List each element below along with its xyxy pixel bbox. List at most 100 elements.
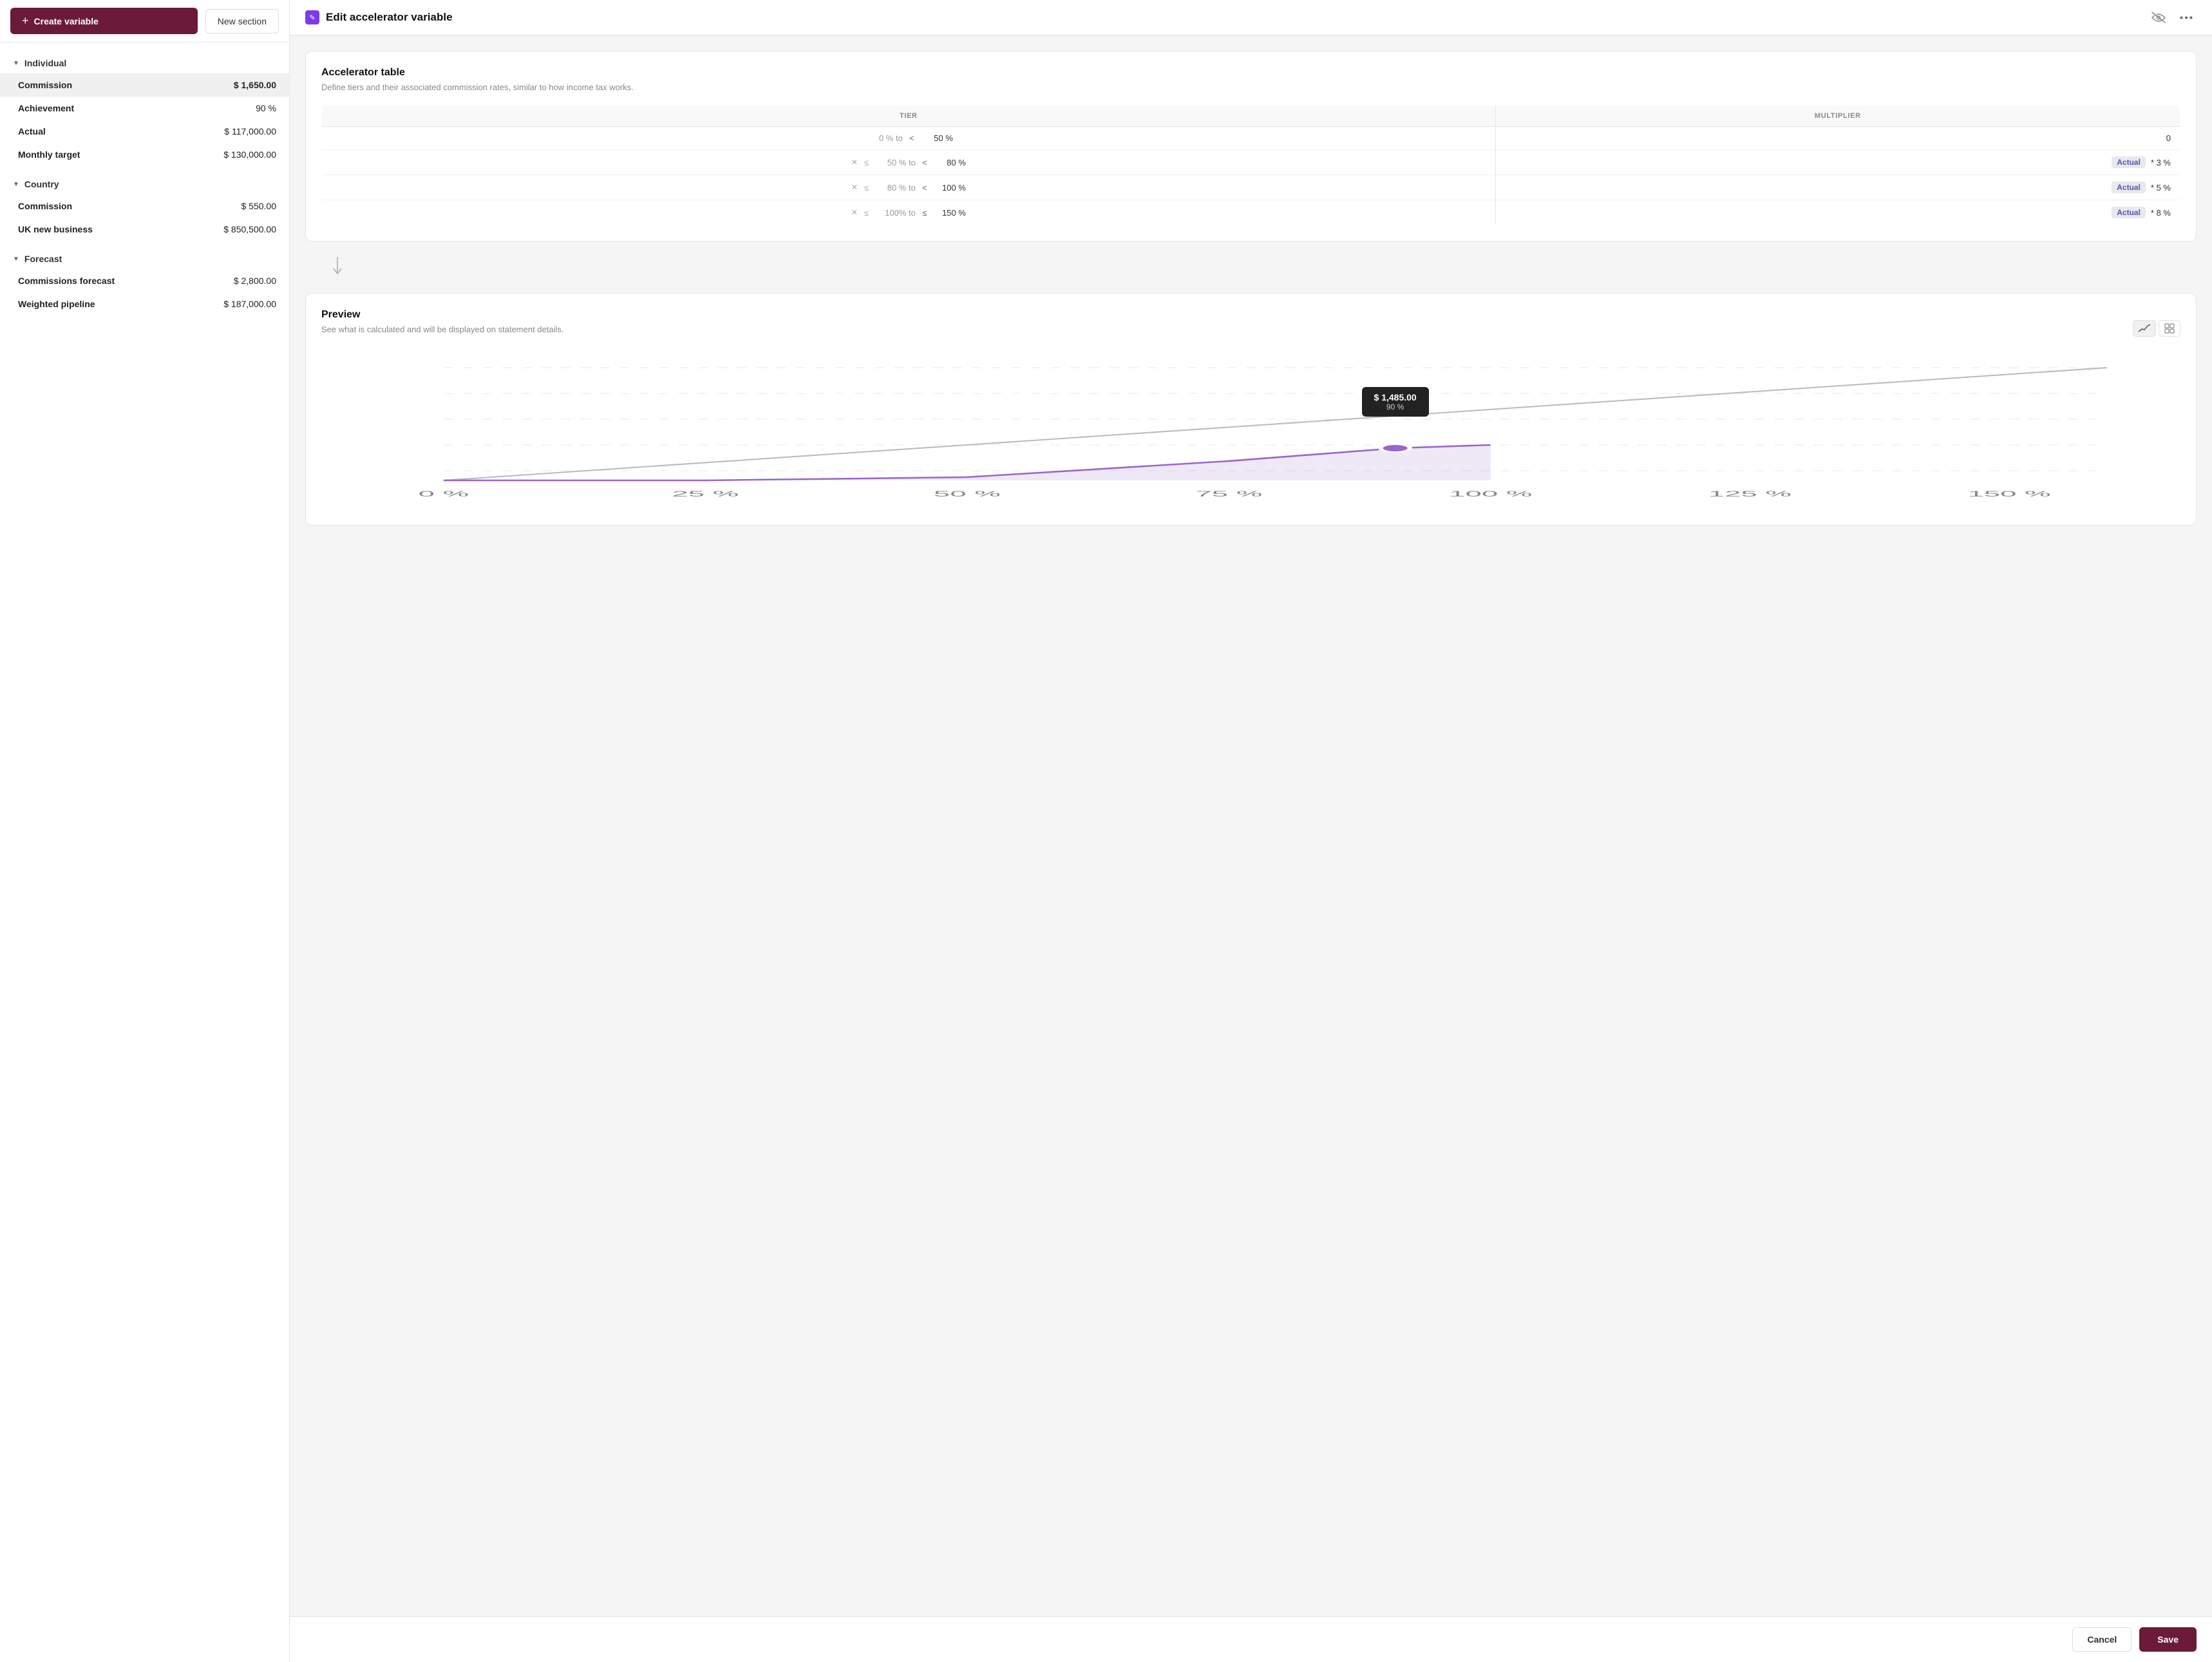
table-row: ✕ ≤ 100% to ≤ 150 % Actual * 8 % — [322, 200, 2180, 225]
tier-to: 50 % — [921, 133, 953, 143]
list-item[interactable]: Weighted pipeline $ 187,000.00 — [0, 292, 289, 316]
table-row: ✕ ≤ 80 % to < 100 % Actual * 5 % — [322, 175, 2180, 200]
right-panel: ✎ Edit accelerator variable Accel — [290, 0, 2212, 1662]
row-label: Achievement — [18, 103, 74, 113]
tier-lt: < — [920, 158, 930, 167]
multiplier-cell: Actual * 5 % — [1495, 175, 2180, 200]
row-label: Monthly target — [18, 149, 80, 160]
section-country[interactable]: ▼ Country — [0, 174, 289, 194]
tier-from: 0 % to — [864, 133, 903, 143]
tier-from: 50 % to — [877, 158, 916, 167]
row-value: $ 117,000.00 — [224, 126, 276, 137]
list-item[interactable]: Achievement 90 % — [0, 97, 289, 120]
accelerator-table-card: Accelerator table Define tiers and their… — [305, 51, 2197, 241]
arrow-connector — [305, 254, 2197, 280]
tier-from: 100% to — [877, 208, 916, 218]
row-label: Weighted pipeline — [18, 299, 95, 309]
hide-button[interactable] — [2148, 9, 2169, 26]
list-item[interactable]: UK new business $ 850,500.00 — [0, 218, 289, 241]
multiplier-cell: Actual * 3 % — [1495, 150, 2180, 175]
svg-text:75 %: 75 % — [1195, 490, 1262, 498]
remove-tier-icon[interactable]: ✕ — [851, 183, 860, 192]
chart-view-button[interactable] — [2133, 320, 2156, 337]
tier-lte: ≤ — [864, 208, 873, 218]
chevron-down-icon: ▼ — [13, 60, 19, 67]
table-row: ✕ ≤ 50 % to < 80 % Actual * 3 % — [322, 150, 2180, 175]
list-item[interactable]: Commission $ 1,650.00 — [0, 73, 289, 97]
tier-from: 80 % to — [877, 183, 916, 193]
eye-off-icon — [2151, 12, 2166, 23]
svg-text:125 %: 125 % — [1708, 490, 1791, 498]
list-item[interactable]: Commissions forecast $ 2,800.00 — [0, 269, 289, 292]
preview-chart: 0 % 25 % 50 % 75 % 100 % 125 % 150 % $ 1… — [321, 355, 2180, 509]
sidebar-content: ▼ Individual Commission $ 1,650.00 Achie… — [0, 42, 289, 1662]
sidebar-header: + Create variable New section — [0, 0, 289, 42]
table-row: 0 % to < 50 % 0 — [322, 127, 2180, 150]
tier-cell: ✕ ≤ 50 % to < 80 % — [322, 150, 1496, 175]
actual-badge[interactable]: Actual — [2112, 207, 2146, 218]
row-value: $ 130,000.00 — [223, 149, 276, 160]
tier-lt: < — [920, 183, 930, 193]
remove-tier-icon[interactable]: ✕ — [851, 208, 860, 217]
line-chart-icon — [2139, 323, 2150, 334]
tier-lte: ≤ — [864, 183, 873, 193]
multiplier-value: * 8 % — [2151, 208, 2171, 218]
tier-to: 80 % — [934, 158, 966, 167]
list-item[interactable]: Actual $ 117,000.00 — [0, 120, 289, 143]
more-options-button[interactable] — [2176, 14, 2197, 22]
multiplier-value: 0 — [1505, 133, 2171, 143]
tier-cell: ✕ ≤ 80 % to < 100 % — [322, 175, 1496, 200]
tier-to: 100 % — [934, 183, 966, 193]
new-section-button[interactable]: New section — [205, 9, 279, 33]
create-variable-label: Create variable — [34, 16, 99, 26]
section-individual[interactable]: ▼ Individual — [0, 53, 289, 73]
table-view-button[interactable] — [2159, 320, 2180, 337]
section-forecast[interactable]: ▼ Forecast — [0, 249, 289, 269]
remove-tier-icon[interactable]: ✕ — [851, 158, 860, 167]
actual-badge[interactable]: Actual — [2112, 182, 2146, 193]
tier-lt: ≤ — [920, 208, 930, 218]
row-value: $ 2,800.00 — [234, 276, 276, 286]
tier-lt: < — [907, 133, 917, 143]
row-label: Commissions forecast — [18, 276, 115, 286]
list-item[interactable]: Commission $ 550.00 — [0, 194, 289, 218]
accelerator-table-subtitle: Define tiers and their associated commis… — [321, 82, 2180, 92]
panel-body: Accelerator table Define tiers and their… — [290, 35, 2212, 1616]
panel-title: Edit accelerator variable — [326, 11, 453, 24]
section-country-label: Country — [24, 179, 59, 189]
actual-badge[interactable]: Actual — [2112, 156, 2146, 168]
create-variable-button[interactable]: + Create variable — [10, 8, 198, 34]
row-value: $ 1,650.00 — [234, 80, 276, 90]
preview-header: Preview See what is calculated and will … — [321, 309, 2180, 347]
multiplier-cell: 0 — [1495, 127, 2180, 150]
panel-header-right — [2148, 9, 2197, 26]
ellipsis-icon — [2180, 16, 2193, 19]
preview-title: Preview — [321, 309, 564, 321]
grid-icon — [2164, 323, 2175, 334]
svg-text:0 %: 0 % — [419, 490, 469, 498]
accelerator-table-title: Accelerator table — [321, 67, 2180, 79]
list-item[interactable]: Monthly target $ 130,000.00 — [0, 143, 289, 166]
save-button[interactable]: Save — [2139, 1627, 2197, 1652]
row-label: UK new business — [18, 224, 93, 234]
row-value: $ 850,500.00 — [223, 224, 276, 234]
row-label: Commission — [18, 80, 72, 90]
cancel-button[interactable]: Cancel — [2072, 1627, 2132, 1652]
multiplier-cell: Actual * 8 % — [1495, 200, 2180, 225]
row-label: Commission — [18, 201, 72, 211]
chevron-down-icon: ▼ — [13, 256, 19, 263]
panel-header-left: ✎ Edit accelerator variable — [305, 10, 453, 24]
tier-to: 150 % — [934, 208, 966, 218]
accelerator-table: TIER MULTIPLIER 0 % to < 50 % — [321, 105, 2180, 225]
edit-icon: ✎ — [305, 10, 319, 24]
multiplier-value: * 5 % — [2151, 183, 2171, 193]
sidebar: + Create variable New section ▼ Individu… — [0, 0, 290, 1662]
tier-lte: ≤ — [864, 158, 873, 167]
plus-icon: + — [22, 14, 29, 28]
row-value: $ 550.00 — [241, 201, 277, 211]
save-label: Save — [2157, 1634, 2179, 1645]
panel-header: ✎ Edit accelerator variable — [290, 0, 2212, 35]
multiplier-header: MULTIPLIER — [1495, 106, 2180, 127]
multiplier-value: * 3 % — [2151, 158, 2171, 167]
tier-cell: 0 % to < 50 % — [322, 127, 1496, 150]
